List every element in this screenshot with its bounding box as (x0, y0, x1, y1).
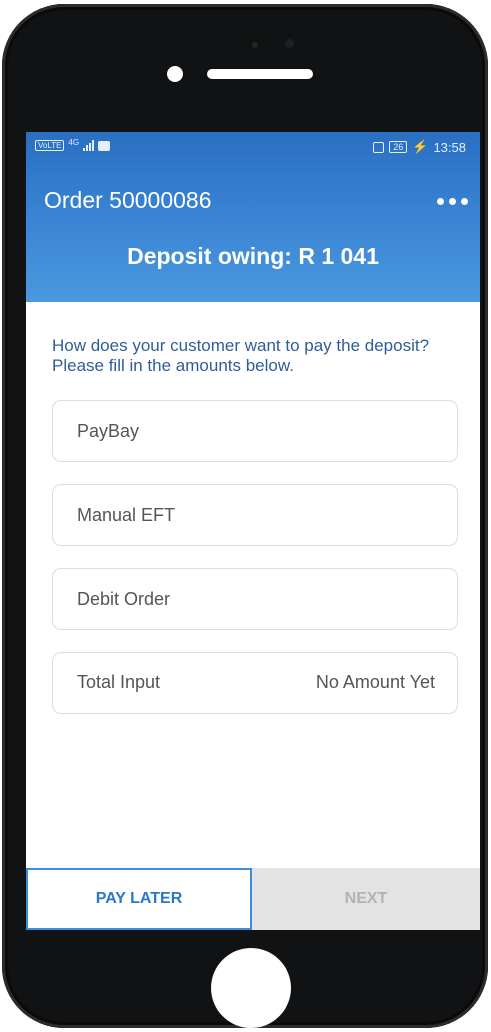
more-options-button[interactable] (430, 190, 474, 212)
battery-icon: 26 (389, 141, 408, 153)
status-time: 13:58 (433, 139, 466, 155)
message-icon (98, 140, 111, 151)
front-sensor (285, 39, 294, 48)
app-header: VoLTE 4G 26 ⚡ 13:58 Order 50000086 Depos… (26, 132, 480, 302)
more-options-icon (448, 197, 456, 205)
pay-later-button[interactable]: PAY LATER (26, 868, 252, 930)
paybay-input[interactable] (53, 401, 457, 461)
charging-icon: ⚡ (412, 139, 429, 154)
debit-order-input[interactable] (53, 569, 457, 629)
status-bar-left: VoLTE 4G (35, 138, 111, 151)
manual-eft-input[interactable] (53, 485, 457, 545)
more-options-icon (460, 197, 468, 205)
next-button[interactable]: NEXT (252, 868, 480, 930)
home-button[interactable] (211, 948, 291, 1028)
app-screen: VoLTE 4G 26 ⚡ 13:58 Order 50000086 Depos… (26, 132, 480, 930)
network-type: 4G (68, 138, 80, 147)
status-bar: VoLTE 4G 26 ⚡ 13:58 (26, 132, 480, 160)
volte-badge: VoLTE (35, 140, 65, 151)
payment-prompt: How does your customer want to pay the d… (52, 336, 430, 375)
phone-frame: VoLTE 4G 26 ⚡ 13:58 Order 50000086 Depos… (2, 4, 488, 1028)
total-input-label: Total Input (77, 672, 161, 692)
manual-eft-field[interactable] (52, 484, 458, 546)
status-bar-right: 26 ⚡ 13:58 (373, 139, 466, 155)
debit-order-field[interactable] (52, 568, 458, 630)
nfc-icon (373, 141, 385, 153)
paybay-field[interactable] (52, 400, 458, 462)
deposit-owing: Deposit owing: R 1 041 (127, 243, 379, 269)
signal-icon (83, 140, 95, 151)
proximity-sensor (252, 42, 258, 48)
total-input-row: Total Input No Amount Yet (52, 652, 458, 714)
page-title: Order 50000086 (44, 187, 212, 213)
earpiece-speaker (207, 69, 313, 79)
total-input-value: No Amount Yet (315, 672, 435, 692)
front-camera (167, 66, 183, 82)
more-options-icon (436, 197, 444, 205)
